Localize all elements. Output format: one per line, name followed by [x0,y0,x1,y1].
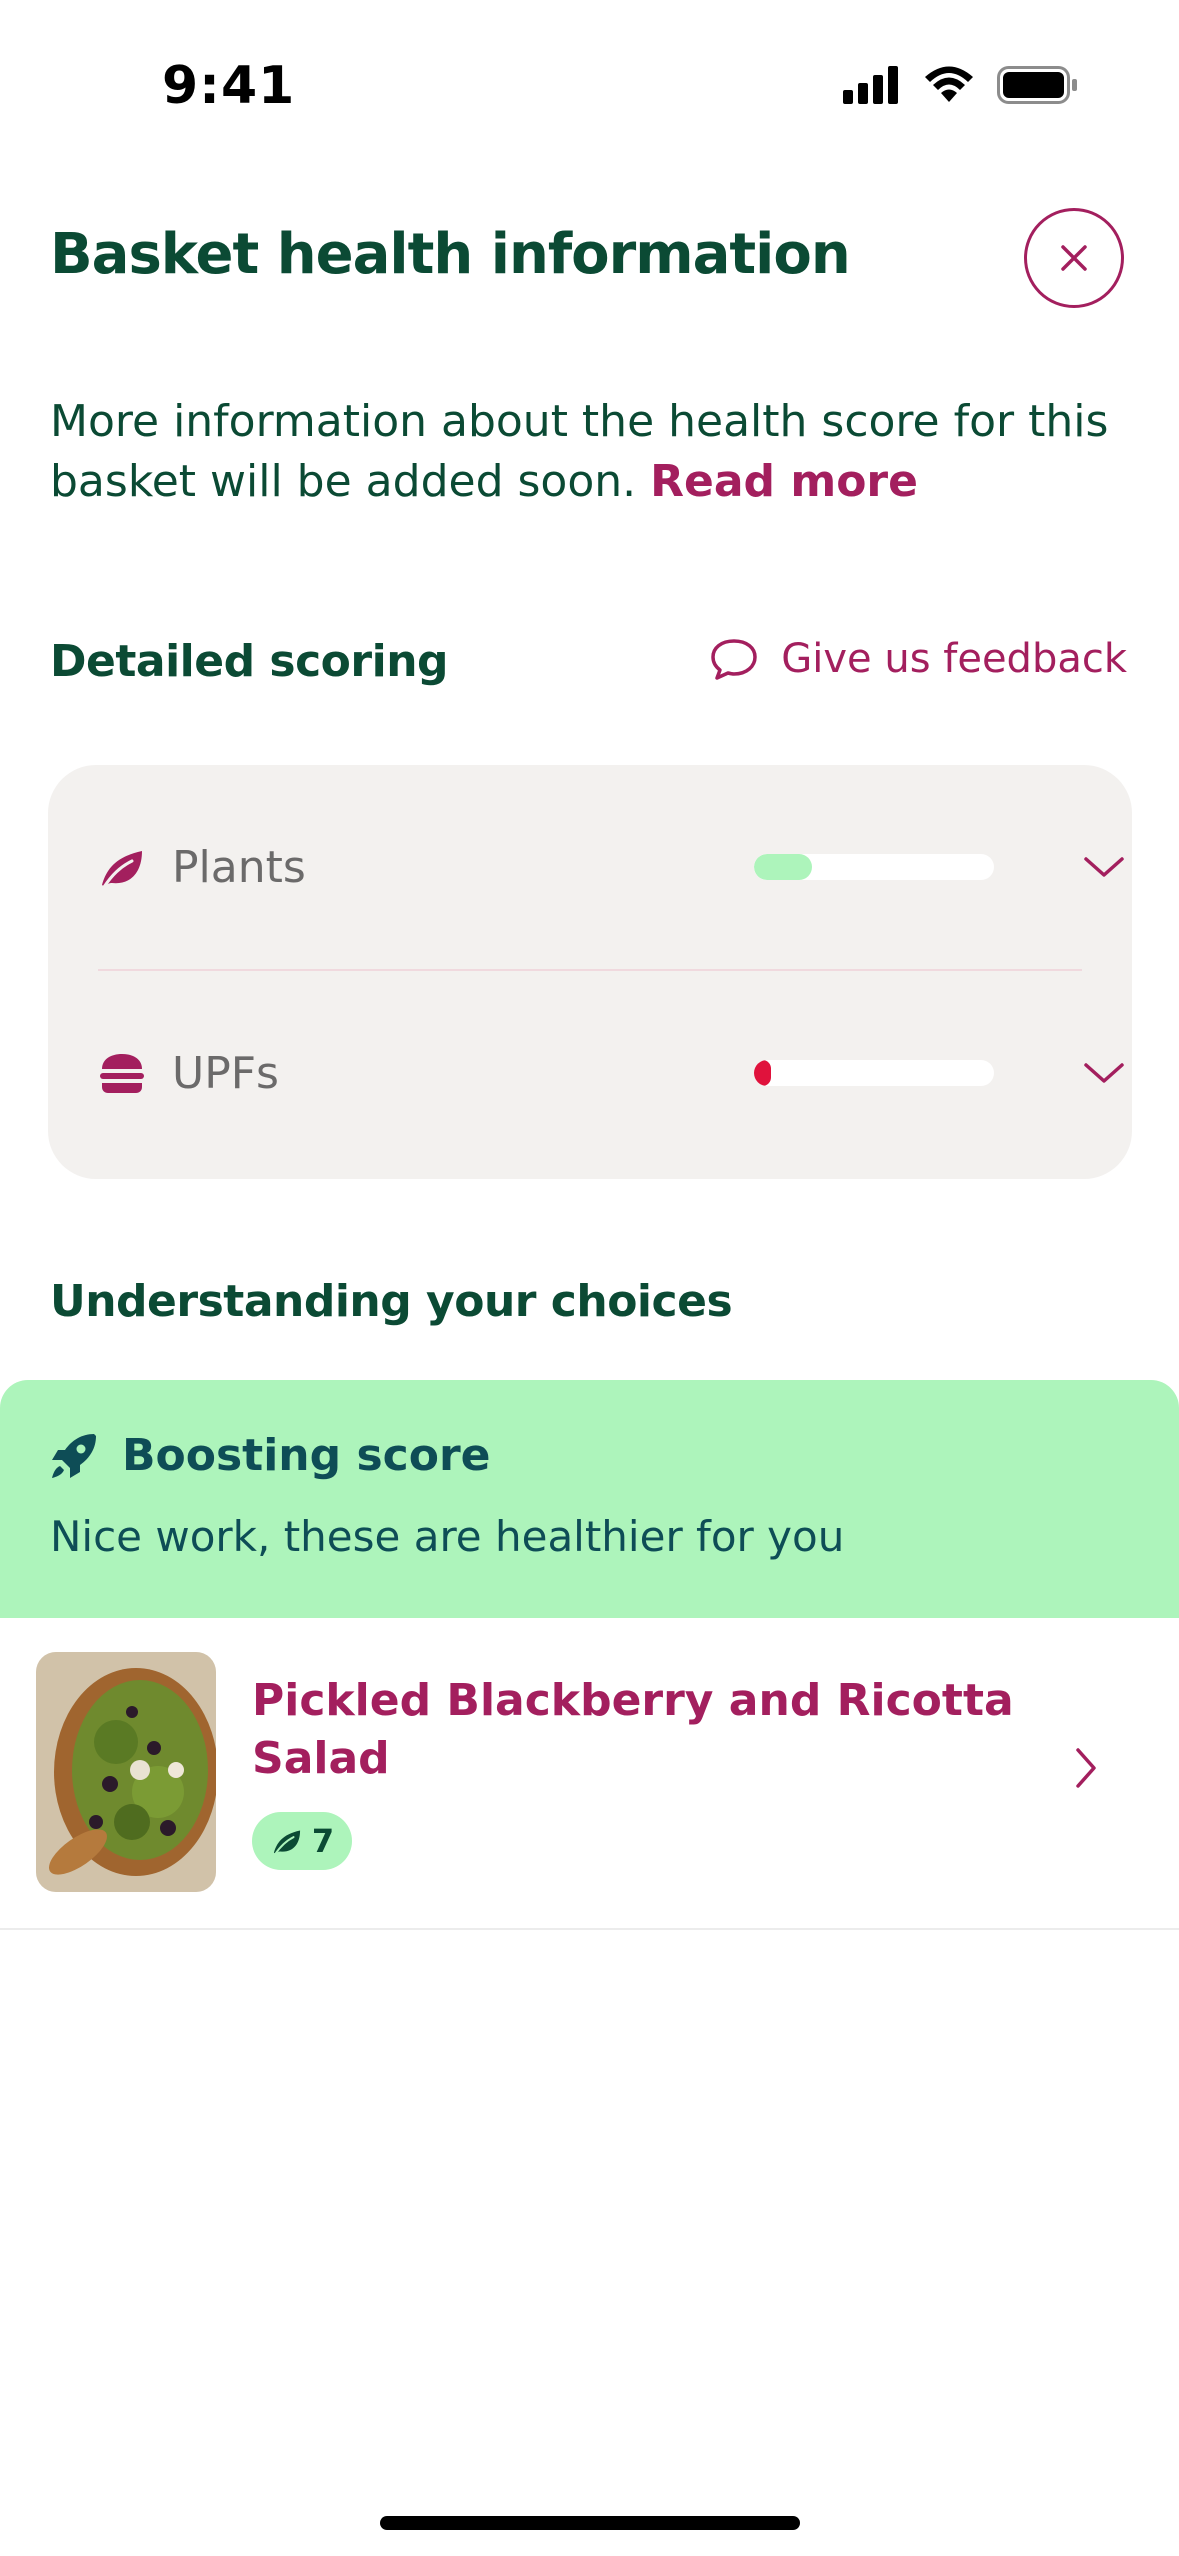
boosting-score-subtitle: Nice work, these are healthier for you [50,1512,845,1561]
chevron-right-icon[interactable] [1062,1744,1110,1792]
status-icons [843,66,1079,104]
score-row-label: UPFs [172,1047,279,1099]
wifi-icon [925,66,973,102]
plants-score-fill [754,854,812,880]
boosting-score-title: Boosting score [122,1430,491,1481]
home-indicator[interactable] [380,2516,800,2530]
recipe-thumbnail [36,1652,216,1892]
score-row-upfs[interactable]: UPFs [48,971,1132,1175]
score-card: Plants UPFs [48,765,1132,1179]
upfs-score-fill [754,1060,771,1086]
score-row-plants[interactable]: Plants [48,765,1132,969]
give-feedback-label: Give us feedback [781,636,1127,682]
plant-points-value: 7 [311,1822,335,1860]
chevron-down-icon[interactable] [1080,1049,1128,1097]
chat-bubble-icon [711,639,757,680]
status-time: 9:41 [162,56,296,116]
upfs-score-bar [754,1060,994,1086]
read-more-link[interactable]: Read more [650,456,918,507]
recipe-list-item[interactable]: Pickled Blackberry and Ricotta Salad 7 [0,1618,1179,1930]
detailed-scoring-heading: Detailed scoring [50,636,449,687]
leaf-icon [102,851,142,889]
cellular-signal-icon [843,66,898,104]
close-button[interactable] [1024,208,1124,308]
chevron-down-icon[interactable] [1080,843,1128,891]
rocket-icon [52,1434,96,1478]
burger-icon [100,1054,144,1093]
score-row-label: Plants [172,841,306,893]
recipe-title: Pickled Blackberry and Ricotta Salad [252,1675,1014,1784]
intro-text: More information about the health score … [50,392,1130,512]
status-bar: 9:41 [0,0,1179,150]
boosting-score-banner: Boosting score Nice work, these are heal… [0,1380,1179,1618]
close-icon [1061,245,1087,271]
choices-heading: Understanding your choices [50,1276,733,1327]
battery-icon [997,66,1077,104]
intro-body: More information about the health score … [50,396,1109,507]
plant-points-badge: 7 [252,1812,352,1870]
give-feedback-link[interactable]: Give us feedback [709,636,1127,682]
leaf-icon [273,1830,300,1856]
page-title: Basket health information [50,222,851,287]
plants-score-bar [754,854,994,880]
